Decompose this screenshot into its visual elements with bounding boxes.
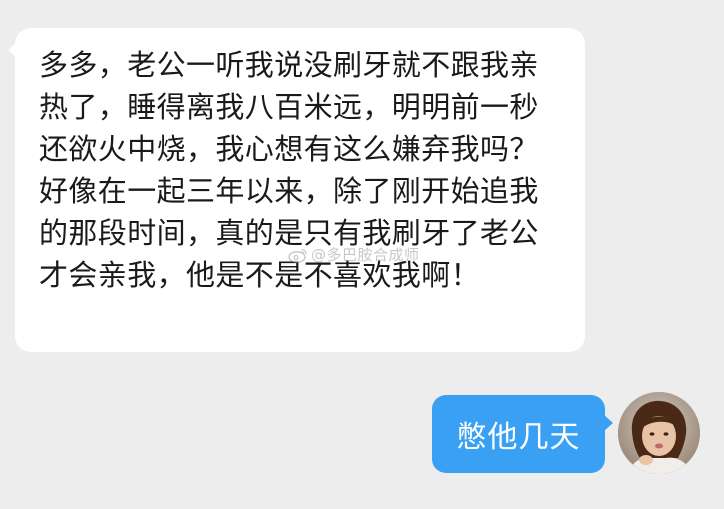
user-avatar[interactable] — [618, 392, 700, 474]
outgoing-message-bubble[interactable]: 憋他几天 — [432, 395, 613, 473]
incoming-message-text: 多多，老公一听我说没刷牙就不跟我亲热了，睡得离我八百米远，明明前一秒还欲火中烧，… — [39, 48, 539, 292]
outgoing-message-text: 憋他几天 — [456, 420, 581, 455]
user-avatar-photo — [618, 392, 700, 474]
incoming-message-bubble[interactable]: 多多，老公一听我说没刷牙就不跟我亲热了，睡得离我八百米远，明明前一秒还欲火中烧，… — [8, 28, 585, 352]
